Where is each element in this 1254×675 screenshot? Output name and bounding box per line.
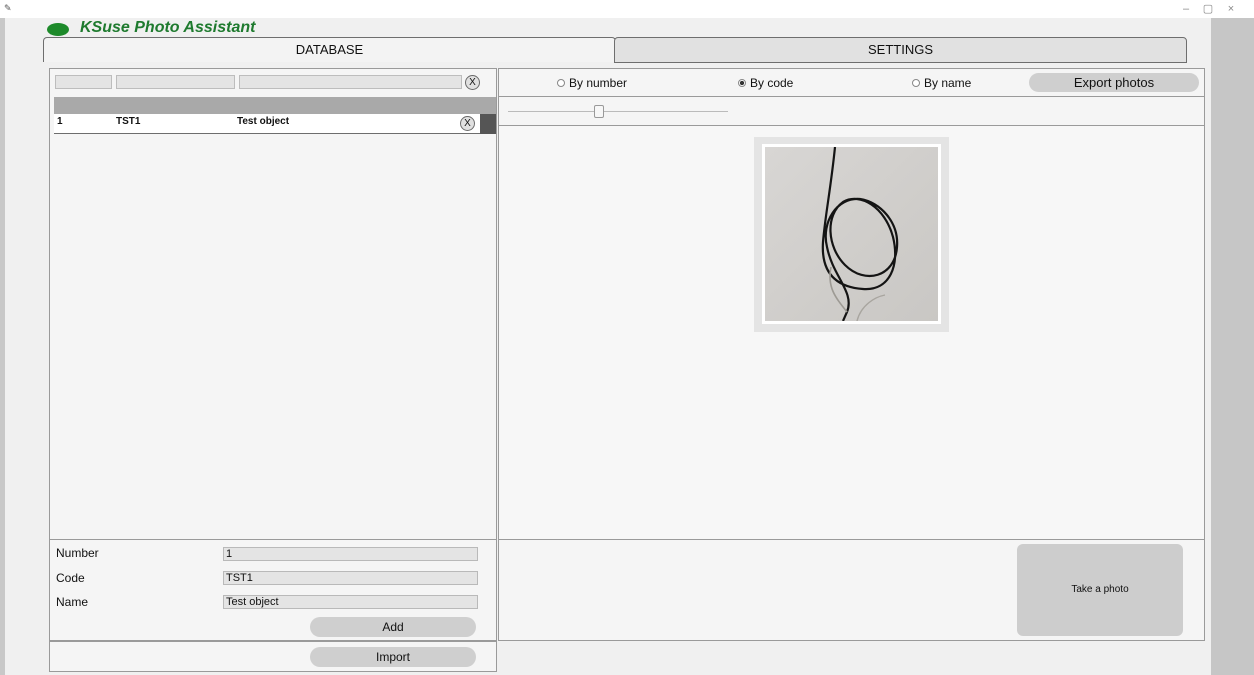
zoom-slider-handle[interactable] — [594, 105, 604, 118]
take-photo-button[interactable]: Take a photo — [1017, 544, 1183, 636]
name-field[interactable]: Test object — [223, 595, 478, 609]
add-button[interactable]: Add — [310, 617, 476, 637]
filter-name-input[interactable] — [239, 75, 462, 89]
name-label: Name — [56, 595, 89, 609]
status-led-icon — [47, 23, 69, 36]
row-code: TST1 — [116, 116, 141, 127]
window-titlebar — [0, 0, 1254, 18]
sort-by-code-radio[interactable]: By code — [738, 76, 793, 90]
code-label: Code — [56, 571, 85, 585]
number-label: Number — [56, 546, 99, 560]
radio-unchecked-icon — [912, 78, 920, 87]
cable-image — [821, 147, 899, 321]
object-list-panel — [49, 68, 497, 540]
maximize-icon[interactable]: ▢ — [1200, 2, 1216, 16]
sort-option-label: By code — [750, 76, 794, 90]
import-button[interactable]: Import — [310, 647, 476, 667]
row-number: 1 — [57, 116, 63, 127]
radio-unchecked-icon — [557, 78, 565, 87]
sort-option-label: By name — [924, 76, 972, 90]
table-header — [54, 97, 496, 114]
sort-by-name-radio[interactable]: By name — [912, 76, 971, 90]
code-field[interactable]: TST1 — [223, 571, 478, 585]
close-icon[interactable]: × — [1223, 2, 1239, 16]
filter-code-input[interactable] — [116, 75, 235, 89]
row-name: Test object — [237, 116, 290, 127]
minimize-icon[interactable]: – — [1178, 2, 1194, 16]
app-title: KSuse Photo Assistant — [80, 19, 256, 36]
filter-number-input[interactable] — [55, 75, 112, 89]
number-field[interactable]: 1 — [223, 547, 478, 561]
row-scroll-thumb[interactable] — [480, 114, 496, 134]
clear-filter-button[interactable]: X — [465, 75, 480, 90]
delete-row-button[interactable]: X — [460, 116, 475, 131]
cable-photo — [765, 147, 938, 321]
export-photos-button[interactable]: Export photos — [1029, 73, 1199, 92]
photo-thumbnail[interactable] — [762, 144, 941, 324]
zoom-slider-track[interactable] — [508, 111, 728, 112]
app-system-icon: ✎ — [4, 3, 12, 13]
table-row[interactable]: 1 TST1 Test object X — [54, 114, 496, 134]
radio-checked-icon — [738, 78, 746, 87]
tab-database[interactable]: DATABASE — [43, 37, 616, 62]
sort-option-label: By number — [569, 76, 628, 90]
sort-by-number-radio[interactable]: By number — [557, 76, 627, 90]
window-gutter — [1211, 18, 1254, 675]
tab-settings[interactable]: SETTINGS — [614, 37, 1187, 63]
